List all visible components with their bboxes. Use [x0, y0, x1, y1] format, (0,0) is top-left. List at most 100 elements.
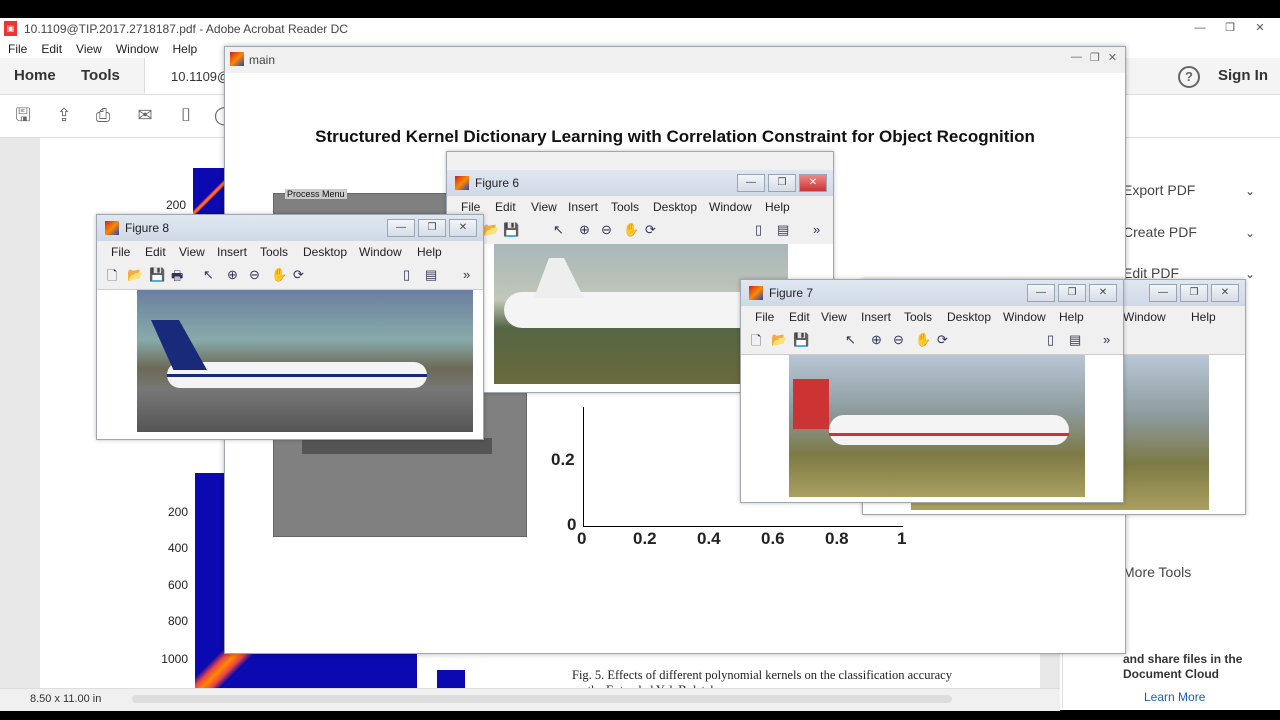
colorbar-icon[interactable]: ▯	[755, 222, 762, 238]
close-icon[interactable]: ✕	[1248, 20, 1272, 36]
menu-tools[interactable]: Tools	[260, 245, 288, 259]
menu-help[interactable]: Help	[765, 200, 790, 214]
zoom-out-icon[interactable]: ⊖	[893, 332, 904, 348]
open-icon[interactable]: 📂	[127, 267, 143, 283]
pan-icon[interactable]: ✋	[915, 332, 931, 348]
maximize-icon[interactable]: ❐	[768, 174, 796, 192]
minimize-icon[interactable]: —	[1188, 20, 1212, 36]
menu-view[interactable]: View	[179, 245, 205, 259]
menu-tools[interactable]: Tools	[611, 200, 639, 214]
menu-view[interactable]: View	[76, 40, 102, 58]
minimize-icon[interactable]: —	[737, 174, 765, 192]
maximize-icon[interactable]: ❐	[1218, 20, 1242, 36]
new-figure-icon[interactable]: 🗋	[107, 267, 117, 289]
pointer-icon[interactable]: ↖	[203, 267, 214, 283]
minimize-icon[interactable]: —	[1149, 284, 1177, 302]
zoom-in-icon[interactable]: ⊕	[227, 267, 238, 283]
menu-desktop[interactable]: Desktop	[303, 245, 347, 259]
chevron-down-icon[interactable]: ⌄	[1245, 184, 1255, 198]
pan-icon[interactable]: ✋	[271, 267, 287, 283]
pointer-icon[interactable]: ↖	[845, 332, 856, 348]
minimize-icon[interactable]: —	[1071, 51, 1082, 64]
menu-edit[interactable]: Edit	[145, 245, 166, 259]
chevron-down-icon[interactable]: ⌄	[1245, 267, 1255, 281]
legend-icon[interactable]: ▤	[1069, 332, 1081, 348]
email-icon[interactable]: ✉	[135, 105, 155, 125]
menu-view[interactable]: View	[531, 200, 557, 214]
menu-view[interactable]: View	[821, 310, 847, 324]
menu-window[interactable]: Window	[1123, 310, 1166, 324]
minimize-icon[interactable]: —	[1027, 284, 1055, 302]
menu-help[interactable]: Help	[417, 245, 442, 259]
snapshot-icon[interactable]: ⌷	[176, 105, 196, 125]
zoom-in-icon[interactable]: ⊕	[871, 332, 882, 348]
menu-file[interactable]: File	[755, 310, 774, 324]
open-icon[interactable]: 📂	[771, 332, 787, 348]
print-icon[interactable]: ⎙	[93, 105, 113, 125]
menu-window[interactable]: Window	[116, 40, 159, 58]
menu-desktop[interactable]: Desktop	[653, 200, 697, 214]
menu-file[interactable]: File	[461, 200, 480, 214]
menu-insert[interactable]: Insert	[568, 200, 598, 214]
chevron-right-icon[interactable]: »	[463, 267, 470, 282]
rotate-icon[interactable]: ⟳	[293, 267, 304, 283]
close-icon[interactable]: ✕	[1089, 284, 1117, 302]
menu-window[interactable]: Window	[1003, 310, 1046, 324]
menu-window[interactable]: Window	[359, 245, 402, 259]
print-icon[interactable]: 🖶	[171, 267, 183, 289]
menu-file[interactable]: File	[8, 40, 27, 58]
maximize-icon[interactable]: ❐	[1090, 51, 1100, 64]
chevron-down-icon[interactable]: ⌄	[1245, 226, 1255, 240]
save-icon[interactable]: 🖫	[13, 105, 33, 125]
new-figure-icon[interactable]: 🗋	[751, 332, 761, 354]
zoom-out-icon[interactable]: ⊖	[601, 222, 612, 238]
create-pdf-tool[interactable]: Create PDF	[1123, 224, 1197, 240]
save-icon[interactable]: 💾	[793, 332, 809, 348]
menu-edit[interactable]: Edit	[789, 310, 810, 324]
pan-icon[interactable]: ✋	[623, 222, 639, 238]
menu-help[interactable]: Help	[1059, 310, 1084, 324]
learn-more-link[interactable]: Learn More	[1144, 690, 1205, 704]
minimize-icon[interactable]: —	[387, 219, 415, 237]
zoom-in-icon[interactable]: ⊕	[579, 222, 590, 238]
close-icon[interactable]: ✕	[1211, 284, 1239, 302]
home-tab[interactable]: Home	[14, 67, 56, 84]
export-pdf-tool[interactable]: Export PDF	[1123, 182, 1195, 198]
menu-file[interactable]: File	[111, 245, 130, 259]
zoom-out-icon[interactable]: ⊖	[249, 267, 260, 283]
close-icon[interactable]: ✕	[1108, 51, 1117, 64]
menu-help[interactable]: Help	[1191, 310, 1216, 324]
rotate-icon[interactable]: ⟳	[937, 332, 948, 348]
colorbar-icon[interactable]: ▯	[1047, 332, 1054, 348]
rotate-icon[interactable]: ⟳	[645, 222, 656, 238]
maximize-icon[interactable]: ❐	[1180, 284, 1208, 302]
close-icon[interactable]: ✕	[799, 174, 827, 192]
menu-window[interactable]: Window	[709, 200, 752, 214]
help-icon[interactable]: ?	[1178, 66, 1200, 88]
maximize-icon[interactable]: ❐	[418, 219, 446, 237]
menu-help[interactable]: Help	[173, 40, 198, 58]
save-icon[interactable]: 💾	[149, 267, 165, 283]
pointer-icon[interactable]: ↖	[553, 222, 564, 238]
menu-desktop[interactable]: Desktop	[947, 310, 991, 324]
menu-insert[interactable]: Insert	[217, 245, 247, 259]
tools-tab[interactable]: Tools	[81, 67, 120, 84]
close-icon[interactable]: ✕	[449, 219, 477, 237]
menu-tools[interactable]: Tools	[904, 310, 932, 324]
menu-edit[interactable]: Edit	[495, 200, 516, 214]
chevron-right-icon[interactable]: »	[1103, 332, 1110, 347]
legend-icon[interactable]: ▤	[425, 267, 437, 283]
legend-icon[interactable]: ▤	[777, 222, 789, 238]
more-tools-link[interactable]: More Tools	[1123, 564, 1191, 580]
sign-in-button[interactable]: Sign In	[1218, 67, 1268, 84]
save-icon[interactable]: 💾	[503, 222, 519, 238]
open-icon[interactable]: 📂	[483, 222, 499, 238]
menu-edit[interactable]: Edit	[41, 40, 62, 58]
document-tab[interactable]: 10.1109@	[144, 58, 235, 94]
maximize-icon[interactable]: ❐	[1058, 284, 1086, 302]
colorbar-icon[interactable]: ▯	[403, 267, 410, 283]
upload-icon[interactable]: ⇪	[54, 105, 74, 125]
chevron-right-icon[interactable]: »	[813, 222, 820, 237]
horizontal-scrollbar[interactable]	[132, 695, 952, 703]
menu-insert[interactable]: Insert	[861, 310, 891, 324]
